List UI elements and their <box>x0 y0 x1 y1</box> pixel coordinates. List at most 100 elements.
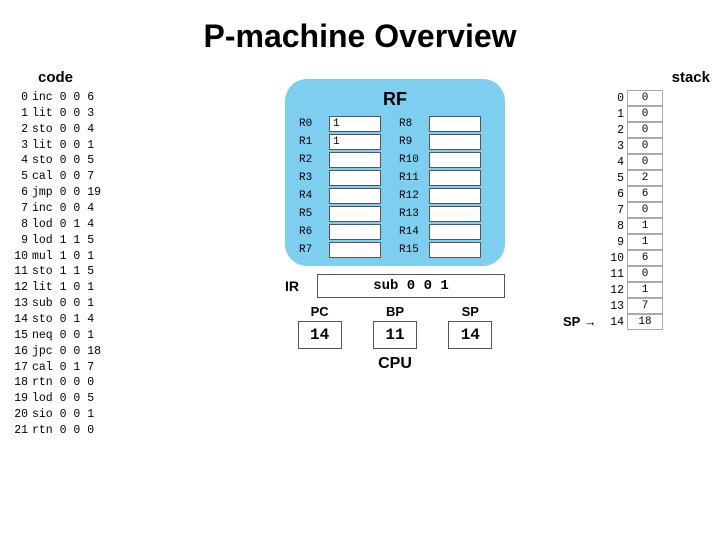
rf-reg-name: R9 <box>399 136 425 148</box>
pcbpsp-row: PC 14 BP 11 SP 14 <box>285 304 505 349</box>
page-title: P-machine Overview <box>0 0 720 65</box>
rf-reg-name: R0 <box>299 118 325 130</box>
rf-box: RF R01R8R11R9R2R10R3R11R4R12R5R13R6R14R7… <box>285 79 505 266</box>
code-row: 5cal 0 0 7 <box>10 169 185 185</box>
instruction: lod 0 0 5 <box>32 391 94 407</box>
code-label: code <box>38 69 185 86</box>
stack-value: 0 <box>627 266 663 282</box>
line-number: 6 <box>10 185 32 201</box>
stack-index: 12 <box>605 284 627 297</box>
stack-value: 1 <box>627 234 663 250</box>
rf-reg-name: R8 <box>399 118 425 130</box>
code-row: 18rtn 0 0 0 <box>10 375 185 391</box>
instruction: jmp 0 0 19 <box>32 185 101 201</box>
bp-value: 11 <box>373 321 417 349</box>
pc-value: 14 <box>298 321 342 349</box>
line-number: 8 <box>10 217 32 233</box>
instruction: lod 0 1 4 <box>32 217 94 233</box>
rf-row-left: R6 <box>299 224 391 240</box>
stack-row: 20 <box>605 122 710 138</box>
line-number: 16 <box>10 344 32 360</box>
instruction: lod 1 1 5 <box>32 233 94 249</box>
rf-reg-name: R2 <box>299 154 325 166</box>
instruction: sto 1 1 5 <box>32 264 94 280</box>
rf-row-right: R15 <box>399 242 491 258</box>
instruction: rtn 0 0 0 <box>32 375 94 391</box>
rf-reg-value: 1 <box>329 134 381 150</box>
stack-index: 11 <box>605 268 627 281</box>
stack-row: 70 <box>605 202 710 218</box>
code-row: 11sto 1 1 5 <box>10 264 185 280</box>
line-number: 1 <box>10 106 32 122</box>
ir-value: sub 0 0 1 <box>317 274 505 298</box>
rf-reg-name: R5 <box>299 208 325 220</box>
rf-reg-name: R15 <box>399 244 425 256</box>
pc-col: PC 14 <box>285 304 354 349</box>
line-number: 12 <box>10 280 32 296</box>
rf-row-right: R13 <box>399 206 491 222</box>
stack-index: 5 <box>605 172 627 185</box>
rf-reg-value <box>329 170 381 186</box>
cpu-section: RF R01R8R11R9R2R10R3R11R4R12R5R13R6R14R7… <box>195 79 595 373</box>
instruction: cal 0 0 7 <box>32 169 94 185</box>
rf-reg-value: 1 <box>329 116 381 132</box>
instruction: sto 0 0 5 <box>32 153 94 169</box>
instruction: cal 0 1 7 <box>32 360 94 376</box>
instruction: inc 0 0 4 <box>32 201 94 217</box>
rf-row-left: R11 <box>299 134 391 150</box>
stack-table: 00102030405266708191106110121137SP →1418 <box>605 90 710 330</box>
sp-label: SP <box>462 304 479 319</box>
line-number: 20 <box>10 407 32 423</box>
rf-row-right: R14 <box>399 224 491 240</box>
line-number: 19 <box>10 391 32 407</box>
rf-reg-value <box>429 152 481 168</box>
rf-reg-value <box>429 134 481 150</box>
instruction: lit 0 0 3 <box>32 106 94 122</box>
rf-row-left: R7 <box>299 242 391 258</box>
stack-row: 30 <box>605 138 710 154</box>
stack-row: 121 <box>605 282 710 298</box>
stack-value: 0 <box>627 154 663 170</box>
instruction: sto 0 1 4 <box>32 312 94 328</box>
rf-reg-value <box>329 206 381 222</box>
rf-reg-value <box>329 224 381 240</box>
sp-value: 14 <box>448 321 492 349</box>
rf-reg-value <box>429 242 481 258</box>
code-row: 17cal 0 1 7 <box>10 360 185 376</box>
line-number: 5 <box>10 169 32 185</box>
line-number: 2 <box>10 122 32 138</box>
line-number: 0 <box>10 90 32 106</box>
stack-row: 66 <box>605 186 710 202</box>
line-number: 4 <box>10 153 32 169</box>
line-number: 13 <box>10 296 32 312</box>
stack-index: 2 <box>605 124 627 137</box>
instruction: mul 1 0 1 <box>32 249 94 265</box>
instruction: sub 0 0 1 <box>32 296 94 312</box>
rf-reg-value <box>429 188 481 204</box>
code-row: 8lod 0 1 4 <box>10 217 185 233</box>
stack-value: 0 <box>627 122 663 138</box>
bp-col: BP 11 <box>360 304 429 349</box>
line-number: 21 <box>10 423 32 439</box>
instruction: rtn 0 0 0 <box>32 423 94 439</box>
line-number: 15 <box>10 328 32 344</box>
stack-index: 1 <box>605 108 627 121</box>
rf-row-right: R9 <box>399 134 491 150</box>
stack-index: 10 <box>605 252 627 265</box>
line-number: 10 <box>10 249 32 265</box>
code-row: 16jpc 0 0 18 <box>10 344 185 360</box>
code-row: 21rtn 0 0 0 <box>10 423 185 439</box>
ir-row: IR sub 0 0 1 <box>285 274 505 298</box>
instruction: lit 0 0 1 <box>32 138 94 154</box>
instruction: jpc 0 0 18 <box>32 344 101 360</box>
rf-row-left: R4 <box>299 188 391 204</box>
stack-row: 00 <box>605 90 710 106</box>
sp-arrow: SP → <box>563 314 597 329</box>
line-number: 11 <box>10 264 32 280</box>
stack-index: 9 <box>605 236 627 249</box>
line-number: 18 <box>10 375 32 391</box>
code-row: 9lod 1 1 5 <box>10 233 185 249</box>
stack-index: 14 <box>605 316 627 329</box>
code-row: 7inc 0 0 4 <box>10 201 185 217</box>
code-row: 3lit 0 0 1 <box>10 138 185 154</box>
